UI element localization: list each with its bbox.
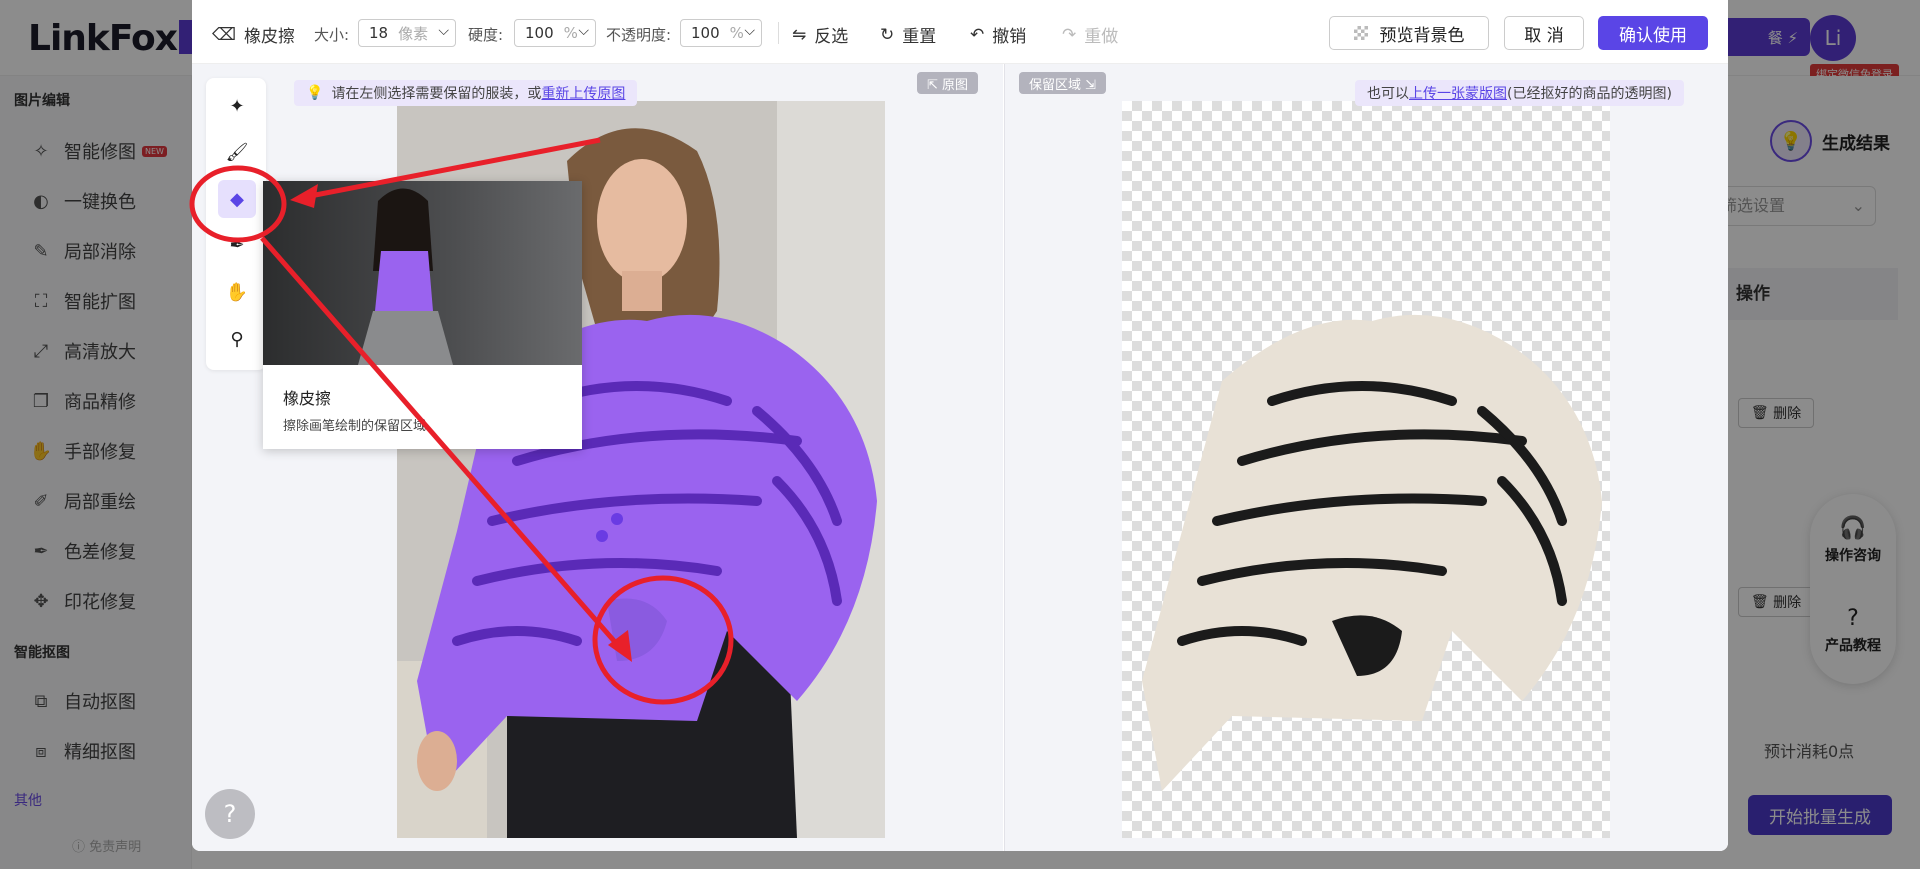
tooltip-model-illustration <box>358 188 453 365</box>
eraser-icon: ◆ <box>230 188 244 210</box>
checker-icon <box>1353 26 1368 40</box>
magic-wand-tool[interactable]: ✦ <box>218 87 256 125</box>
original-tag[interactable]: ⇱ 原图 <box>917 72 979 94</box>
invert-button[interactable]: ⇋ 反选 <box>792 22 848 48</box>
magic-wand-icon: ✦ <box>229 95 245 117</box>
question-icon: ? <box>223 800 237 828</box>
brush-icon: 🖌 <box>225 141 249 163</box>
pen-icon: ✒ <box>229 234 245 256</box>
keep-area-tag[interactable]: 保留区域 ⇲ <box>1019 72 1107 94</box>
refresh-icon: ↻ <box>880 24 895 45</box>
chevron-down-icon: ⌵ <box>744 23 755 39</box>
mask-editor-modal: ⌫ 橡皮擦 大小: 18 像素 ⌵ 硬度: 100% ⌵ 不透明度: 100% ⌵ ⇋ 反选… <box>192 0 1728 851</box>
eraser-icon: ⌫ <box>212 24 237 45</box>
size-label: 大小: <box>314 26 350 44</box>
reset-button[interactable]: ↻ 重置 <box>880 22 936 48</box>
tool-palette: ✦ 🖌 ◆ ✒ ✋ ⚲ <box>206 78 266 370</box>
redo-button[interactable]: ↷ 重做 <box>1062 22 1118 48</box>
cutout-sweater-illustration <box>1142 314 1602 791</box>
editor-toolbar: ⌫ 橡皮擦 大小: 18 像素 ⌵ 硬度: 100% ⌵ 不透明度: 100% ⌵ ⇋ 反选… <box>192 0 1728 64</box>
brush-tool[interactable]: 🖌 <box>218 133 256 171</box>
search-icon: ⚲ <box>230 328 244 350</box>
tooltip-title: 橡皮擦 <box>283 389 332 408</box>
lightbulb-icon: 💡 <box>306 85 324 101</box>
reupload-link[interactable]: 重新上传原图 <box>541 83 625 103</box>
redo-icon: ↷ <box>1062 24 1077 45</box>
tooltip-preview-image <box>263 181 582 365</box>
size-select[interactable]: 18 像素 ⌵ <box>358 19 456 47</box>
opacity-label: 不透明度: <box>606 26 672 44</box>
swap-icon: ⇋ <box>792 24 807 45</box>
confirm-button[interactable]: 确认使用 <box>1598 16 1708 50</box>
chevron-down-icon: ⌵ <box>438 23 449 39</box>
eraser-tooltip: 橡皮擦 擦除画笔绘制的保留区域 <box>263 181 582 449</box>
hardness-label: 硬度: <box>468 26 504 44</box>
left-hint-banner: 💡 请在左侧选择需要保留的服装，或 重新上传原图 <box>294 80 638 106</box>
pen-tool[interactable]: ✒ <box>218 226 256 264</box>
undo-icon: ↶ <box>970 24 985 45</box>
cancel-button[interactable]: 取 消 <box>1504 16 1584 50</box>
undo-button[interactable]: ↶ 撤销 <box>970 22 1026 48</box>
hand-tool[interactable]: ✋ <box>218 273 256 311</box>
upload-mask-link[interactable]: 上传一张蒙版图 <box>1409 83 1507 103</box>
tooltip-description: 擦除画笔绘制的保留区域 <box>283 419 427 434</box>
preview-background-button[interactable]: 预览背景色 <box>1329 16 1489 50</box>
current-tool-indicator: ⌫ 橡皮擦 <box>212 24 296 48</box>
help-button[interactable]: ? <box>205 789 255 839</box>
keep-area-preview[interactable] <box>1122 101 1610 838</box>
toolbar-divider <box>778 22 779 44</box>
hardness-select[interactable]: 100% ⌵ <box>514 19 596 47</box>
hand-icon: ✋ <box>225 281 249 303</box>
opacity-select[interactable]: 100% ⌵ <box>680 19 762 47</box>
eraser-tool[interactable]: ◆ <box>218 180 256 218</box>
zoom-tool[interactable]: ⚲ <box>218 320 256 358</box>
chevron-down-icon: ⌵ <box>578 23 589 39</box>
right-hint-banner: 也可以 上传一张蒙版图 (已经抠好的商品的透明图) <box>1355 80 1684 106</box>
